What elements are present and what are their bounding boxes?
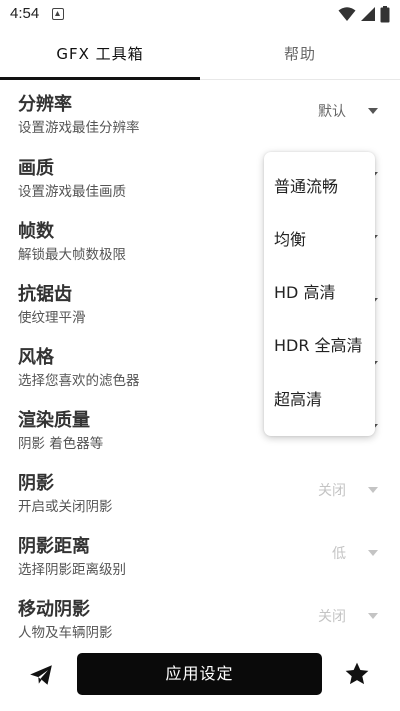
setting-shadow[interactable]: 阴影 开启或关闭阴影 关闭 — [0, 459, 400, 521]
setting-title: 移动阴影 — [18, 599, 90, 620]
star-icon[interactable] — [344, 661, 370, 687]
setting-title: 阴影 — [18, 473, 54, 494]
setting-subtitle: 人物及车辆阴影 — [18, 625, 113, 641]
setting-value[interactable]: 默认 — [318, 101, 346, 121]
setting-subtitle: 解锁最大帧数极限 — [18, 247, 126, 263]
setting-resolution[interactable]: 分辨率 设置游戏最佳分辨率 默认 — [0, 80, 400, 142]
setting-title: 画质 — [18, 158, 54, 179]
dropdown-option-ultra[interactable]: 超高清 — [274, 374, 375, 426]
setting-title: 渲染质量 — [18, 410, 90, 431]
tab-bar: GFX 工具箱 帮助 — [0, 28, 400, 80]
setting-subtitle: 使纹理平滑 — [18, 310, 86, 326]
status-bar: 4:54 — [0, 0, 400, 28]
dropdown-option-balanced[interactable]: 均衡 — [274, 214, 375, 266]
setting-title: 帧数 — [18, 221, 54, 242]
wifi-icon — [338, 7, 356, 21]
setting-title: 阴影距离 — [18, 536, 90, 557]
chevron-down-icon[interactable] — [368, 550, 378, 556]
dropdown-option-smooth[interactable]: 普通流畅 — [274, 161, 375, 213]
setting-subtitle: 选择您喜欢的滤色器 — [18, 373, 140, 389]
chevron-down-icon[interactable] — [368, 613, 378, 619]
system-icons — [338, 4, 390, 24]
setting-subtitle: 开启或关闭阴影 — [18, 499, 113, 515]
setting-value[interactable]: 关闭 — [318, 480, 346, 500]
setting-title: 抗锯齿 — [18, 284, 72, 305]
status-time: 4:54 — [10, 5, 40, 22]
setting-value[interactable]: 低 — [332, 543, 346, 563]
setting-subtitle: 阴影 着色器等 — [18, 436, 104, 452]
dropdown-option-hd[interactable]: HD 高清 — [274, 267, 375, 319]
setting-subtitle: 设置游戏最佳画质 — [18, 184, 126, 200]
setting-moving-shadow[interactable]: 移动阴影 人物及车辆阴影 关闭 — [0, 585, 400, 647]
tab-help[interactable]: 帮助 — [200, 28, 400, 80]
apply-settings-button[interactable]: 应用设定 — [77, 653, 322, 695]
chevron-down-icon[interactable] — [368, 108, 378, 114]
bottom-bar: 应用设定 — [0, 640, 400, 711]
setting-title: 风格 — [18, 347, 54, 368]
notification-icon — [52, 8, 64, 20]
setting-value[interactable]: 关闭 — [318, 606, 346, 626]
cellular-icon — [361, 7, 375, 21]
battery-icon — [380, 5, 390, 22]
send-icon[interactable] — [28, 662, 54, 688]
setting-title: 分辨率 — [18, 94, 72, 115]
dropdown-option-hdr[interactable]: HDR 全高清 — [274, 320, 375, 372]
quality-dropdown-menu: 普通流畅 均衡 HD 高清 HDR 全高清 超高清 — [264, 152, 375, 436]
setting-subtitle: 设置游戏最佳分辨率 — [18, 120, 140, 136]
chevron-down-icon[interactable] — [368, 487, 378, 493]
tab-gfx-toolbox[interactable]: GFX 工具箱 — [0, 28, 200, 80]
setting-subtitle: 选择阴影距离级别 — [18, 562, 126, 578]
setting-shadow-distance[interactable]: 阴影距离 选择阴影距离级别 低 — [0, 522, 400, 584]
